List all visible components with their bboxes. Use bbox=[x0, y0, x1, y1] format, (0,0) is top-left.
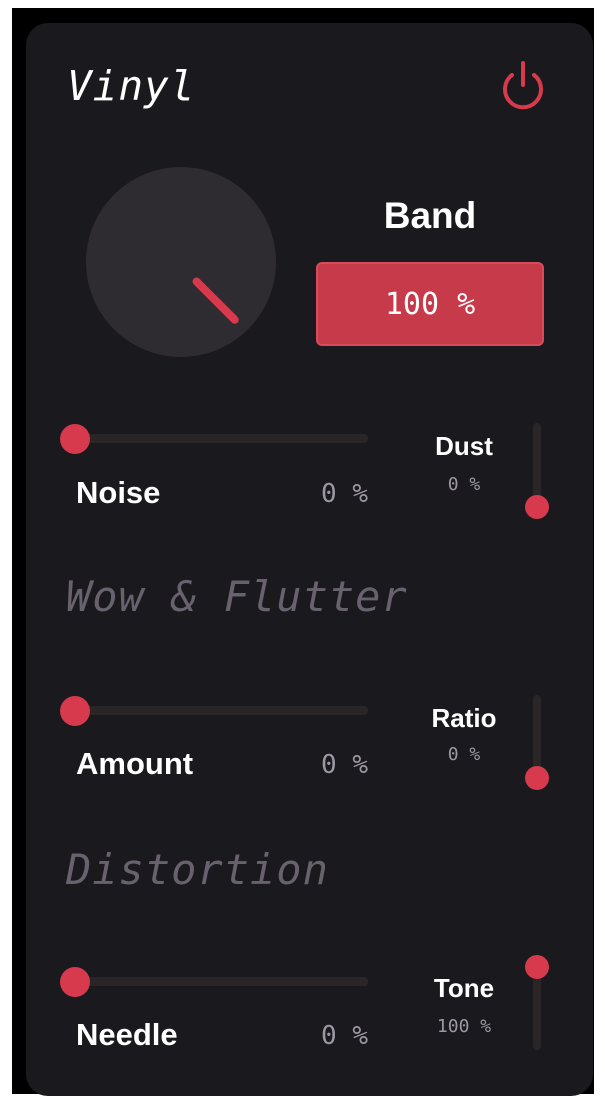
band-knob[interactable] bbox=[86, 167, 276, 357]
wow-flutter-heading: Wow & Flutter bbox=[66, 572, 408, 621]
power-button[interactable] bbox=[497, 58, 549, 112]
knob-indicator bbox=[190, 275, 241, 326]
tone-label: Tone bbox=[433, 973, 495, 1003]
ratio-slider-thumb[interactable] bbox=[525, 766, 549, 790]
dust-value: 0 % bbox=[447, 474, 481, 495]
ratio-label: Ratio bbox=[431, 703, 497, 733]
needle-slider-track[interactable] bbox=[73, 977, 368, 986]
amount-slider-track[interactable] bbox=[73, 706, 368, 715]
plugin-panel bbox=[26, 23, 593, 1096]
noise-slider-track[interactable] bbox=[73, 434, 368, 443]
needle-slider-thumb[interactable] bbox=[60, 967, 90, 997]
noise-label: Noise bbox=[76, 475, 161, 510]
tone-value: 100 % bbox=[436, 1016, 492, 1037]
distortion-heading: Distortion bbox=[66, 845, 329, 894]
needle-label: Needle bbox=[76, 1017, 178, 1052]
band-value-field[interactable]: 100 % bbox=[316, 262, 544, 346]
amount-label: Amount bbox=[76, 746, 194, 781]
ratio-value: 0 % bbox=[447, 744, 481, 765]
noise-slider-thumb[interactable] bbox=[60, 424, 90, 454]
tone-slider-thumb[interactable] bbox=[525, 955, 549, 979]
noise-value: 0 % bbox=[321, 479, 368, 509]
needle-value: 0 % bbox=[321, 1021, 368, 1051]
dust-slider-thumb[interactable] bbox=[525, 495, 549, 519]
band-label: Band bbox=[383, 195, 477, 236]
plugin-title: Vinyl bbox=[67, 62, 196, 110]
power-icon bbox=[503, 61, 543, 110]
amount-value: 0 % bbox=[321, 750, 368, 780]
dust-label: Dust bbox=[435, 431, 493, 461]
amount-slider-thumb[interactable] bbox=[60, 696, 90, 726]
